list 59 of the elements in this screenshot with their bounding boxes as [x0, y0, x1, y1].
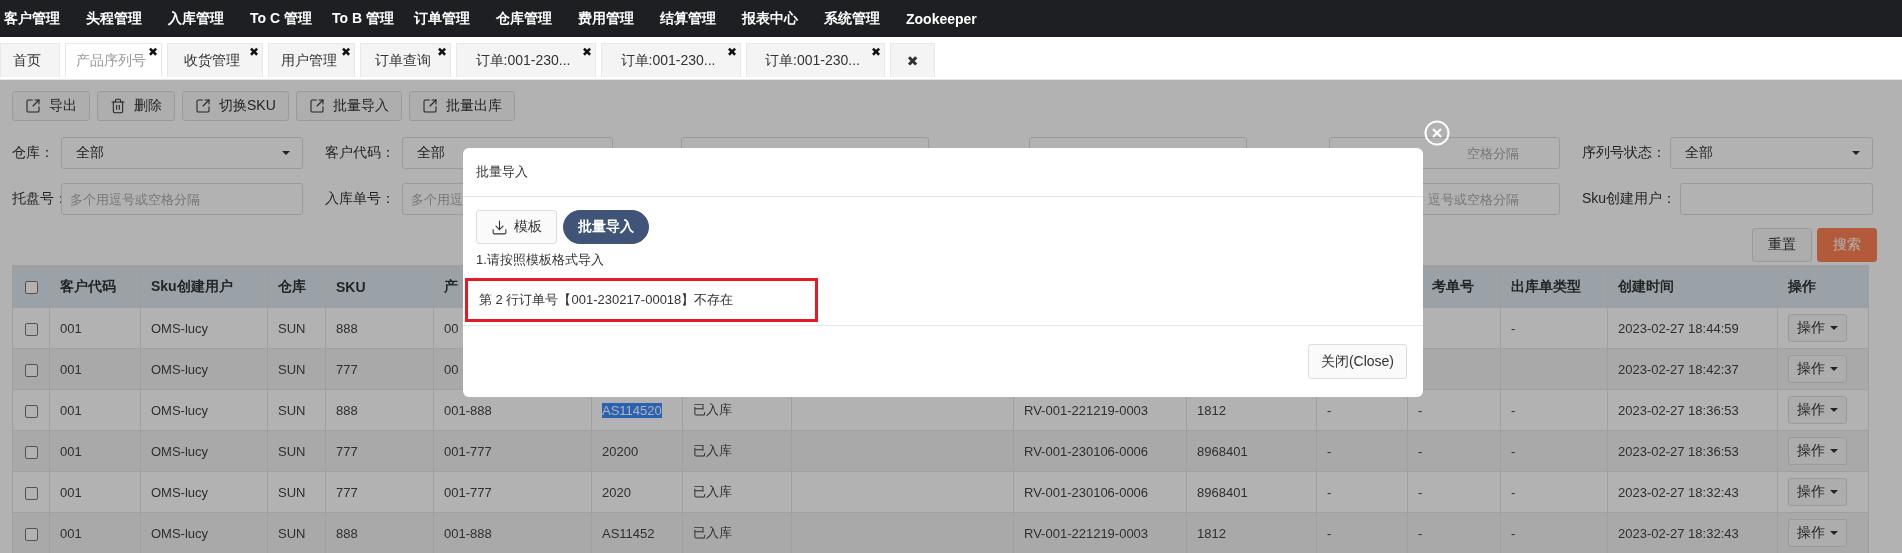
filter-label: 仓库： — [12, 144, 55, 162]
error-message: 第 2 行订单号【001-230217-00018】不存在 — [465, 278, 818, 322]
column-header: 出库单类型 — [1500, 265, 1608, 308]
table-cell: OMS-lucy — [140, 307, 268, 349]
table-cell: 001 — [49, 430, 141, 472]
table-cell: OMS-lucy — [140, 389, 268, 431]
table-cell: 888 — [325, 307, 434, 349]
column-header: 创建时间 — [1607, 265, 1778, 308]
table-cell: - — [1316, 430, 1408, 472]
table-cell: SUN — [267, 430, 326, 472]
filter-label: 客户代码： — [325, 144, 396, 162]
table-cell: RV-001-230106-0006 — [1013, 471, 1187, 513]
table-cell: OMS-lucy — [140, 471, 268, 513]
table-cell: 已入库 — [682, 430, 792, 472]
table-cell: SUN — [267, 307, 326, 349]
filter-label: 托盘号： — [12, 190, 61, 208]
table-cell: AS114520 — [602, 402, 662, 418]
table-cell: 001-777 — [433, 471, 592, 513]
table-cell: - — [1500, 471, 1608, 513]
column-header: Sku创建用户 — [140, 265, 268, 308]
table-cell: 001 — [49, 307, 141, 349]
table-cell: - — [1500, 389, 1608, 431]
table-cell: 777 — [325, 471, 434, 513]
table-cell: 2023-02-27 18:32:43 — [1607, 471, 1778, 513]
filter-label: 序列号状态： — [1582, 144, 1667, 162]
column-header: 操作 — [1777, 265, 1869, 308]
table-cell: RV-001-230106-0006 — [1013, 430, 1187, 472]
table-cell: SUN — [267, 389, 326, 431]
table-cell: 2023-02-27 18:42:37 — [1607, 348, 1778, 390]
table-cell: AS11452 — [602, 525, 655, 541]
filter-label: Sku创建用户： — [1582, 190, 1678, 208]
table-cell: SUN — [267, 348, 326, 390]
table-cell: 2023-02-27 18:36:53 — [1607, 430, 1778, 472]
table-cell: OMS-lucy — [140, 348, 268, 390]
table-cell: - — [1407, 430, 1501, 472]
filter-label: 入库单号： — [325, 190, 396, 208]
table-cell: 001 — [49, 389, 141, 431]
table-cell: 001 — [49, 348, 141, 390]
table-cell: OMS-lucy — [140, 430, 268, 472]
table-cell: - — [1500, 430, 1608, 472]
table-cell: 20200 — [602, 443, 639, 459]
table-cell: 777 — [325, 430, 434, 472]
table-cell: - — [1500, 307, 1608, 349]
column-header: 客户代码 — [49, 265, 141, 308]
table-cell: 8968401 — [1186, 471, 1317, 513]
table-cell: - — [1407, 471, 1501, 513]
table-cell: 2023-02-27 18:44:59 — [1607, 307, 1778, 349]
column-header: 仓库 — [267, 265, 326, 308]
column-header: SKU — [325, 265, 434, 308]
table-cell: 888 — [325, 389, 434, 431]
table-cell: 001 — [49, 471, 141, 513]
table-cell: 2023-02-27 18:36:53 — [1607, 389, 1778, 431]
table-cell: 2020 — [602, 484, 631, 500]
table-cell: 8968401 — [1186, 430, 1317, 472]
table-cell: 已入库 — [682, 471, 792, 513]
table-cell: SUN — [267, 471, 326, 513]
table-cell: - — [1316, 471, 1408, 513]
table-cell: 001-777 — [433, 430, 592, 472]
table-cell: 777 — [325, 348, 434, 390]
